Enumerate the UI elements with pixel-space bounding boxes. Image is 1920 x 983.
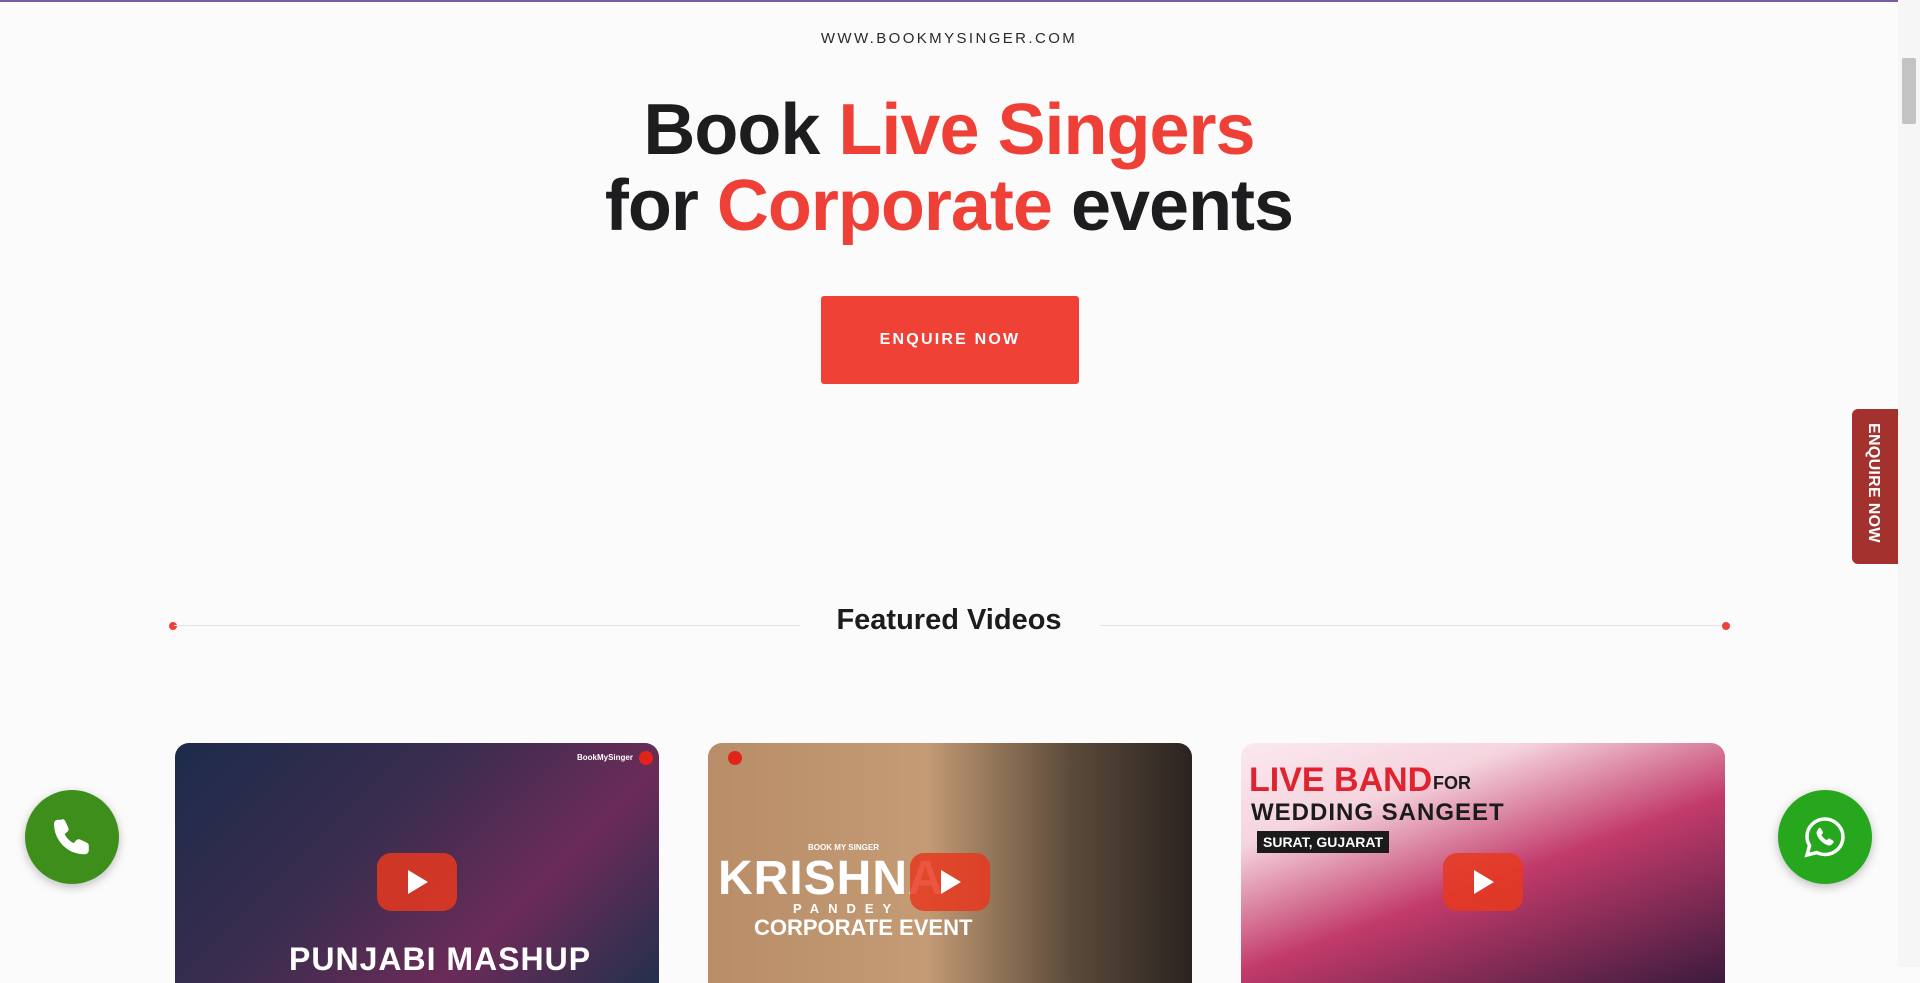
play-triangle	[408, 870, 428, 894]
play-icon[interactable]	[910, 853, 990, 911]
hero-line-1: Book Live Singers	[643, 90, 1255, 170]
video-card-krishna-pandey[interactable]: BOOK MY SINGER KRISHNA PANDEY CORPORATE …	[708, 743, 1192, 983]
phone-icon	[54, 819, 89, 855]
whatsapp-icon	[1804, 817, 1845, 858]
thumb-title: LIVE BAND	[1249, 761, 1433, 799]
hero-accent-corporate: Corporate	[716, 166, 1053, 246]
play-icon[interactable]	[377, 853, 457, 911]
heading-dot-right	[1722, 622, 1730, 630]
whatsapp-button[interactable]	[1778, 790, 1872, 884]
thumb-caption: CORPORATE EVENT	[754, 915, 973, 940]
video-card-punjabi-mashup[interactable]: BookMySinger PUNJABI MASHUP	[175, 743, 659, 983]
scrollbar-thumb[interactable]	[1902, 58, 1916, 124]
side-tab-label: ENQUIRE NOW	[1865, 423, 1882, 543]
brand-label: BookMySinger	[576, 753, 633, 762]
thumb-location: SURAT, GUJARAT	[1257, 831, 1390, 853]
section-title: Featured Videos	[836, 604, 1062, 636]
site-url: WWW.BOOKMYSINGER.COM	[820, 30, 1078, 47]
hero-title: Book Live Singers for Corporate events	[0, 92, 1898, 244]
enquire-now-button[interactable]: ENQUIRE NOW	[821, 296, 1079, 384]
brand-logo	[639, 751, 653, 765]
thumb-title: PUNJABI MASHUP	[289, 941, 592, 977]
video-card-live-band-wedding[interactable]: LIVE BAND FOR WEDDING SANGEET SURAT, GUJ…	[1241, 743, 1725, 983]
call-button[interactable]	[25, 790, 119, 884]
side-enquire-tab[interactable]: ENQUIRE NOW	[1852, 409, 1898, 564]
thumb-title-for: FOR	[1433, 773, 1471, 793]
thumb-subtitle: WEDDING SANGEET	[1251, 799, 1505, 826]
page: WWW.BOOKMYSINGER.COM Book Live Singers f…	[0, 0, 1898, 983]
play-triangle	[1474, 870, 1494, 894]
thumb-subtitle: PANDEY	[793, 901, 901, 916]
hero-line-2: for Corporate events	[604, 166, 1294, 246]
hero-text: events	[1051, 166, 1294, 246]
brand-logo	[728, 751, 742, 765]
play-triangle	[941, 870, 961, 894]
hero-text: Book	[643, 90, 839, 170]
play-icon[interactable]	[1443, 853, 1523, 911]
hero-accent-live-singers: Live Singers	[838, 90, 1255, 170]
heading-rule-right	[1100, 625, 1726, 626]
featured-videos-heading: Featured Videos	[0, 602, 1898, 642]
vertical-scrollbar[interactable]	[1898, 0, 1920, 967]
hero-text: for	[604, 166, 717, 246]
